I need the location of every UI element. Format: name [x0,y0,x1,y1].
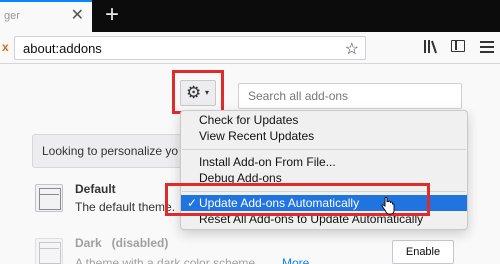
url-text: about:addons [23,41,102,56]
enable-button[interactable]: Enable [392,240,454,264]
search-input[interactable] [239,84,461,108]
navbar-left-glyph: x [2,40,9,54]
theme-title-dark: Dark (disabled) [75,236,169,250]
tab-addons-manager[interactable]: ger ✕ [0,0,92,32]
theme-description-dark: A theme with a dark color scheme. [75,256,259,264]
menu-item-check-for-updates[interactable]: Check for Updates [181,112,467,128]
hand-cursor-icon [381,196,395,215]
banner-text: Looking to personalize yo [42,144,179,158]
new-tab-button[interactable]: + [100,2,124,28]
search-field[interactable] [238,83,462,109]
menu-separator [182,149,466,150]
menu-item-install-from-file[interactable]: Install Add-on From File... [181,154,467,170]
star-icon[interactable]: ☆ [345,39,359,59]
personalize-banner: Looking to personalize yo [32,134,200,168]
hamburger-menu-icon[interactable] [480,41,494,56]
chevron-down-icon: ▾ [205,88,210,97]
theme-icon [35,238,63,264]
library-icon[interactable] [422,38,440,56]
menu-item-view-recent-updates[interactable]: View Recent Updates [181,128,467,144]
url-bar[interactable]: about:addons ☆ [14,36,366,60]
tools-gear-button[interactable]: ⚙ ▾ [180,80,216,106]
close-icon[interactable]: ✕ [71,7,84,25]
sidebar-icon[interactable] [451,40,465,52]
theme-title-default: Default [75,182,116,196]
theme-description-default: The default theme. [75,200,176,214]
gear-icon: ⚙ [186,83,202,102]
tab-strip: ger ✕ + [0,0,500,32]
tab-label: ger [4,10,20,22]
theme-icon [35,184,63,212]
more-link[interactable]: More [282,256,309,264]
